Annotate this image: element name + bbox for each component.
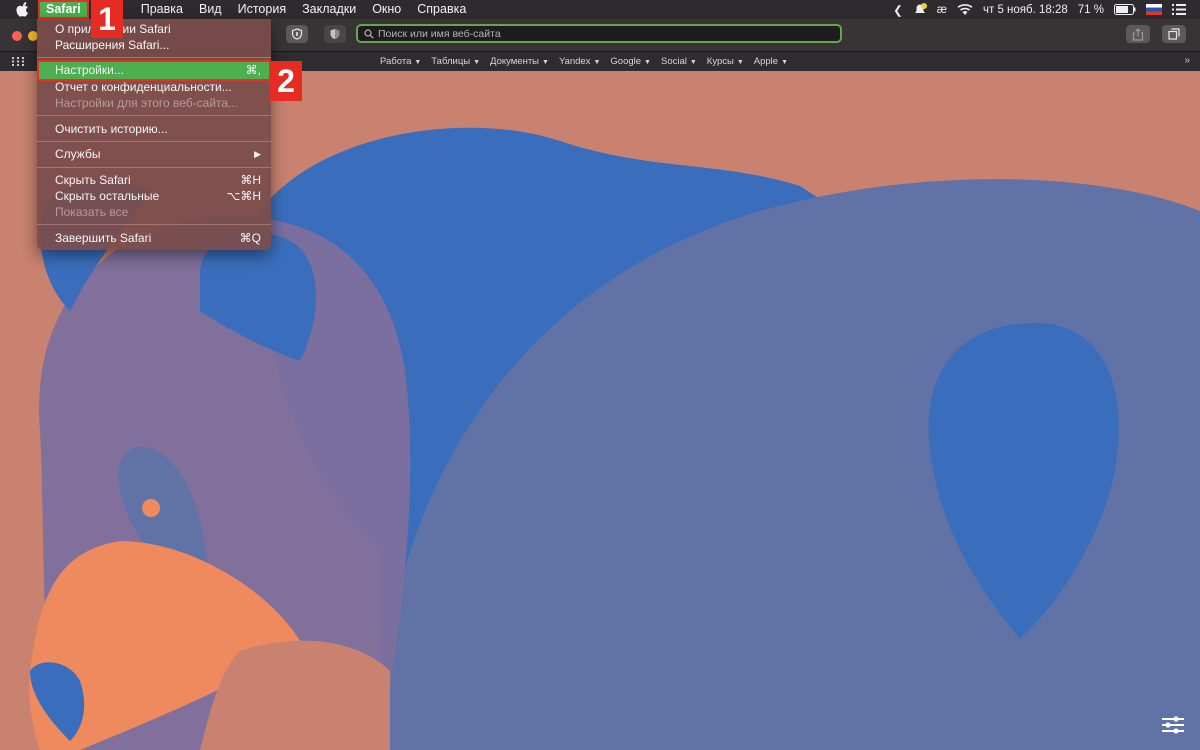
address-placeholder: Поиск или имя веб-сайта: [378, 27, 501, 40]
wifi-icon[interactable]: [957, 3, 973, 16]
favorite-label: Yandex: [558, 56, 591, 67]
menu-window[interactable]: Окно: [364, 0, 409, 19]
favorite-folder[interactable]: Apple ▼: [754, 56, 788, 67]
menu-history[interactable]: История: [230, 0, 294, 19]
menu-item-label: Скрыть Safari: [55, 173, 131, 187]
favorites-list: Работа ▼ Таблицы ▼ Документы ▼ Yandex ▼ Goog…: [380, 52, 788, 71]
chevron-left-icon[interactable]: ❮: [893, 3, 903, 17]
share-icon: [1132, 27, 1144, 41]
shield-icon: [291, 28, 303, 40]
menu-list-icon[interactable]: [1172, 4, 1186, 15]
favorite-label: Apple: [753, 56, 779, 67]
menu-divider: [37, 141, 271, 142]
favorite-label: Social: [660, 56, 687, 67]
menu-item-shortcut: ⌘Q: [239, 231, 261, 245]
favorite-folder[interactable]: Social ▼: [661, 56, 697, 67]
menu-item-shortcut: ⌘,: [245, 63, 261, 77]
close-window-button[interactable]: [12, 31, 22, 41]
chevron-down-icon: ▼: [781, 59, 789, 66]
menu-item-label: Завершить Safari: [55, 231, 152, 245]
menu-item-quit[interactable]: Завершить Safari ⌘Q: [37, 230, 271, 246]
privacy-toggle-button[interactable]: [324, 25, 346, 43]
grid-icon[interactable]: [12, 57, 24, 66]
favorite-label: Работа: [380, 56, 412, 67]
step-badge-1: 1: [91, 0, 123, 38]
chevron-down-icon: ▼: [414, 59, 422, 66]
favorites-overflow-icon[interactable]: »: [1184, 55, 1190, 66]
favorite-label: Google: [610, 56, 642, 67]
favorite-folder[interactable]: Документы ▼: [490, 56, 549, 67]
tab-overview-button[interactable]: [1162, 25, 1186, 43]
apple-icon[interactable]: [16, 2, 30, 17]
share-button[interactable]: [1126, 25, 1150, 43]
menu-item-label: Настройки для этого веб-сайта...: [55, 96, 239, 110]
menu-item-label: Показать все: [55, 205, 129, 219]
battery-level[interactable]: 71 %: [1078, 4, 1104, 16]
menu-bar: Safari Правка Вид История Закладки Окно …: [0, 0, 1200, 19]
safari-menu-button[interactable]: Safari: [38, 0, 89, 19]
menu-edit[interactable]: Правка: [133, 0, 191, 19]
favorite-label: Курсы: [706, 56, 734, 67]
menu-item-extensions[interactable]: Расширения Safari...: [37, 37, 271, 53]
submenu-arrow-icon: ▶: [254, 149, 261, 159]
menu-item-hide-others[interactable]: Скрыть остальные ⌥⌘H: [37, 188, 271, 204]
menu-divider: [37, 115, 271, 116]
menu-help[interactable]: Справка: [409, 0, 474, 19]
privacy-icon: [330, 29, 340, 39]
favorite-folder[interactable]: Google ▼: [610, 56, 651, 67]
keyboard-layout-icon[interactable]: æ: [937, 4, 947, 16]
menu-item-label: Отчет о конфиденциальности...: [55, 80, 232, 94]
menu-item-shortcut: ⌘H: [240, 173, 261, 187]
menu-item-about[interactable]: О приложении Safari: [37, 21, 271, 37]
favorite-label: Таблицы: [431, 56, 471, 67]
flag-icon[interactable]: [1146, 4, 1162, 15]
menu-view[interactable]: Вид: [191, 0, 230, 19]
favorite-label: Документы: [490, 56, 540, 67]
menu-item-preferences[interactable]: Настройки... ⌘,: [37, 60, 271, 81]
menu-divider: [37, 167, 271, 168]
settings-sliders-icon[interactable]: [1162, 715, 1184, 735]
chevron-down-icon: ▼: [736, 59, 744, 66]
menu-item-label: Скрыть остальные: [55, 189, 160, 203]
favorite-folder[interactable]: Yandex ▼: [559, 56, 600, 67]
menu-item-label: Настройки...: [55, 63, 124, 77]
menu-item-label: Очистить историю...: [55, 122, 168, 136]
menu-item-label: Службы: [55, 147, 101, 161]
chevron-down-icon: ▼: [689, 59, 697, 66]
tabs-icon: [1168, 28, 1180, 40]
menu-item-services[interactable]: Службы ▶: [37, 146, 271, 162]
address-bar[interactable]: Поиск или имя веб-сайта: [356, 24, 842, 43]
notification-icon[interactable]: [913, 3, 927, 16]
favorite-folder[interactable]: Курсы ▼: [707, 56, 744, 67]
safari-dropdown-menu: О приложении Safari Расширения Safari...…: [37, 19, 271, 250]
chevron-down-icon: ▼: [593, 59, 601, 66]
favorite-folder[interactable]: Таблицы ▼: [431, 56, 480, 67]
menu-item-shortcut: ⌥⌘H: [226, 189, 262, 203]
menu-item-label: Расширения Safari...: [55, 38, 170, 52]
favorite-folder[interactable]: Работа ▼: [380, 56, 421, 67]
battery-icon[interactable]: [1114, 4, 1136, 15]
step-badge-2: 2: [270, 61, 302, 101]
chevron-down-icon: ▼: [542, 59, 549, 66]
search-icon: [364, 28, 374, 39]
menu-item-show-all: Показать все: [37, 204, 271, 220]
chevron-down-icon: ▼: [644, 59, 651, 66]
menu-divider: [37, 57, 271, 58]
chevron-down-icon: ▼: [473, 59, 481, 66]
menu-bookmarks[interactable]: Закладки: [294, 0, 364, 19]
menu-item-hide-safari[interactable]: Скрыть Safari ⌘H: [37, 172, 271, 188]
menu-divider: [37, 224, 271, 225]
status-area: ❮ æ чт 5 нояб. 18:28 71 %: [893, 0, 1200, 19]
menu-item-privacy-report[interactable]: Отчет о конфиденциальности...: [37, 79, 271, 95]
menu-item-clear-history[interactable]: Очистить историю...: [37, 121, 271, 137]
menu-item-website-settings: Настройки для этого веб-сайта...: [37, 95, 271, 111]
privacy-report-button[interactable]: [286, 25, 308, 43]
date-time[interactable]: чт 5 нояб. 18:28: [983, 4, 1068, 16]
